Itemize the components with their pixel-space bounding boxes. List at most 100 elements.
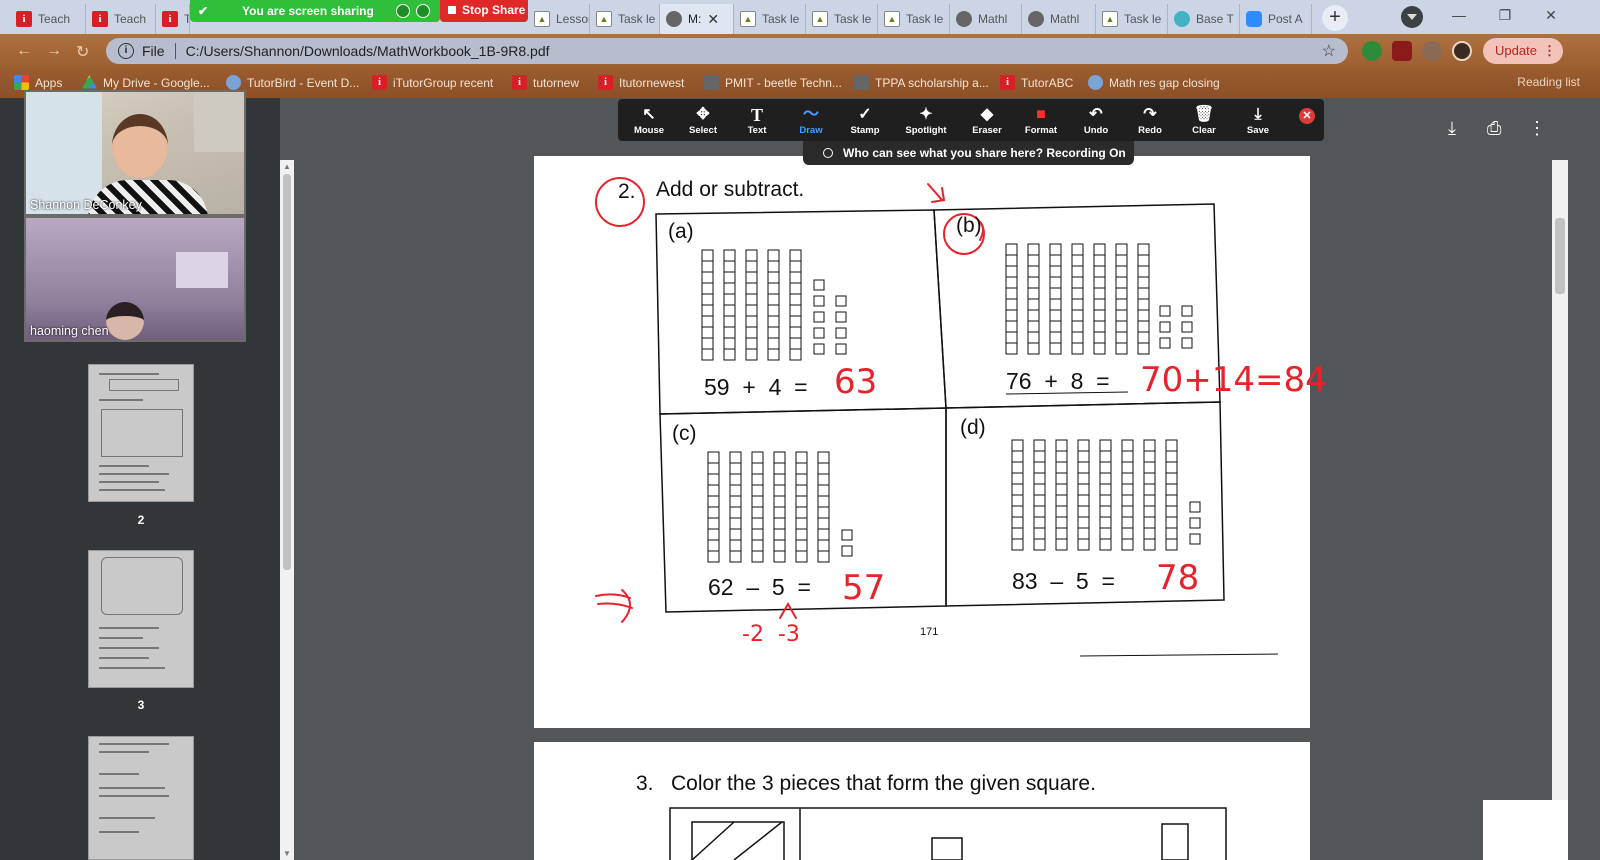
info-icon[interactable]: i: [118, 43, 134, 59]
browser-tab[interactable]: ▲ Lessor: [528, 4, 590, 34]
close-icon[interactable]: ✕: [707, 11, 719, 28]
itutor-icon: i: [372, 75, 387, 90]
avatar[interactable]: [1452, 41, 1472, 61]
browser-tab[interactable]: iT: [156, 4, 190, 34]
tool-stamp[interactable]: ✓ Stamp: [838, 99, 892, 141]
more-options-icon[interactable]: ⋮: [1528, 118, 1546, 139]
close-window-icon[interactable]: ✕: [1528, 0, 1574, 30]
globe-icon: [704, 75, 719, 90]
bookmark-tppa[interactable]: TPPA scholarship a...: [854, 75, 989, 90]
browser-tab[interactable]: ▲ Task le: [806, 4, 878, 34]
doc-icon: ▲: [534, 11, 550, 27]
browser-tab[interactable]: ▲ Task le: [1096, 4, 1168, 34]
bookmark-itutornewest[interactable]: i Itutornewest: [598, 75, 684, 90]
globe-icon: [1088, 75, 1103, 90]
tool-clear[interactable]: 🗑 Clear: [1177, 99, 1231, 141]
undo-icon: ↶: [1089, 106, 1103, 123]
address-bar[interactable]: i File C:/Users/Shannon/Downloads/MathWo…: [106, 38, 1348, 64]
doc-icon: ▲: [1102, 11, 1118, 27]
update-button[interactable]: Update: [1483, 38, 1563, 64]
eraser-icon: ◆: [980, 106, 994, 123]
bookmark-tutornew[interactable]: i tutornew: [512, 75, 579, 90]
bookmark-itutorgroup[interactable]: i iTutorGroup recent: [372, 75, 493, 90]
main-scrollbar[interactable]: [1552, 160, 1568, 860]
minimize-icon[interactable]: —: [1436, 0, 1482, 30]
page-thumbnail[interactable]: [88, 736, 194, 860]
scrollbar-thumb[interactable]: [1555, 218, 1565, 294]
security-icon[interactable]: [416, 4, 430, 18]
browser-tab[interactable]: Mathl: [950, 4, 1022, 34]
tool-spotlight[interactable]: ✦ Spotlight: [898, 99, 954, 141]
participant-name: haoming chen: [30, 324, 109, 338]
page-thumbnail[interactable]: [88, 550, 194, 688]
redo-icon: ↷: [1143, 106, 1157, 123]
reading-list[interactable]: Reading list: [1517, 75, 1580, 89]
ink-caret: [779, 601, 797, 619]
globe-icon: [956, 11, 972, 27]
move-icon: ✥: [696, 106, 710, 123]
scrollbar-thumb[interactable]: [283, 174, 291, 570]
tool-save[interactable]: ⤓ Save: [1231, 99, 1285, 141]
zoom-icon: [1246, 11, 1262, 27]
url-text[interactable]: C:/Users/Shannon/Downloads/MathWorkbook_…: [186, 43, 550, 59]
problem-title: Add or subtract.: [656, 178, 805, 201]
tutorbird-icon: [226, 75, 241, 90]
download-icon[interactable]: ⤓: [1448, 118, 1456, 139]
doc-icon: ▲: [596, 11, 612, 27]
reload-icon[interactable]: ↻: [76, 42, 89, 62]
share-visibility-notice[interactable]: Who can see what you share here? Recordi…: [803, 141, 1134, 165]
sidebar-scrollbar[interactable]: ▲ ▼: [280, 160, 294, 860]
bookmark-pmit[interactable]: PMIT - beetle Techn...: [704, 75, 842, 90]
bookmark-tutorabc[interactable]: i TutorABC: [1000, 75, 1073, 90]
bookmark-apps[interactable]: Apps: [14, 75, 62, 90]
bookmark-tutorbird[interactable]: TutorBird - Event D...: [226, 75, 359, 90]
tool-text[interactable]: T Text: [730, 99, 784, 141]
scroll-up-icon[interactable]: ▲: [283, 162, 291, 171]
restore-icon[interactable]: ❐: [1482, 0, 1528, 30]
divider: [174, 43, 176, 59]
browser-tab[interactable]: i Teach: [10, 4, 86, 34]
shield-icon[interactable]: [396, 4, 410, 18]
browser-tab[interactable]: i Teach: [86, 4, 156, 34]
browser-tab-active[interactable]: M: ✕: [660, 4, 734, 34]
bookmark-math-res[interactable]: Math res gap closing: [1088, 75, 1220, 90]
close-toolbar-icon[interactable]: ✕: [1299, 108, 1315, 124]
tool-draw[interactable]: 〜 Draw: [784, 99, 838, 141]
ublock-icon[interactable]: [1392, 41, 1412, 61]
browser-tab[interactable]: Mathl: [1022, 4, 1096, 34]
new-tab-button[interactable]: +: [1322, 5, 1348, 31]
doc-icon: ▲: [884, 11, 900, 27]
tool-select[interactable]: ✥ Select: [676, 99, 730, 141]
back-icon[interactable]: ←: [16, 42, 32, 60]
browser-tab[interactable]: Base T: [1168, 4, 1240, 34]
stop-share-button[interactable]: Stop Share: [440, 0, 528, 22]
bookmark-my-drive[interactable]: My Drive - Google...: [82, 75, 210, 90]
browser-tab[interactable]: Post A: [1240, 4, 1312, 34]
puzzle-icon[interactable]: [1422, 41, 1442, 61]
thumbnail-label: 3: [137, 698, 145, 712]
forward-icon[interactable]: →: [46, 42, 62, 60]
browser-tab[interactable]: ▲ Task le: [590, 4, 660, 34]
tool-redo[interactable]: ↷ Redo: [1123, 99, 1177, 141]
annotation-toolbar: ↖ Mouse ✥ Select T Text 〜 Draw ✓ Stamp ✦ Spotl…: [618, 99, 1324, 141]
ink-answer-d: 78: [1156, 558, 1200, 598]
participant-video[interactable]: haoming chen: [24, 216, 246, 342]
tool-format[interactable]: ■ Format: [1014, 99, 1068, 141]
print-icon[interactable]: ⎙: [1487, 118, 1501, 139]
bookmark-star-icon[interactable]: ☆: [1322, 41, 1336, 61]
tool-eraser[interactable]: ◆ Eraser: [960, 99, 1014, 141]
browser-tab[interactable]: ▲ Task le: [734, 4, 806, 34]
participant-name: Shannon DeConkey: [30, 198, 142, 212]
participant-video[interactable]: Shannon DeConkey: [24, 90, 246, 216]
tool-mouse[interactable]: ↖ Mouse: [622, 99, 676, 141]
tab-search-button[interactable]: [1401, 6, 1423, 28]
ink-arrow-c: [595, 589, 633, 623]
ink-answer-b: 70+14=84: [1140, 360, 1327, 400]
browser-tab[interactable]: ▲ Task le: [878, 4, 950, 34]
extension-icon[interactable]: [1362, 41, 1382, 61]
ink-decompose-note: -2 -3: [742, 622, 800, 647]
scroll-down-icon[interactable]: ▼: [283, 849, 291, 858]
problem-number: 2.: [618, 180, 636, 203]
tool-undo[interactable]: ↶ Undo: [1069, 99, 1123, 141]
page-thumbnail[interactable]: [88, 364, 194, 502]
